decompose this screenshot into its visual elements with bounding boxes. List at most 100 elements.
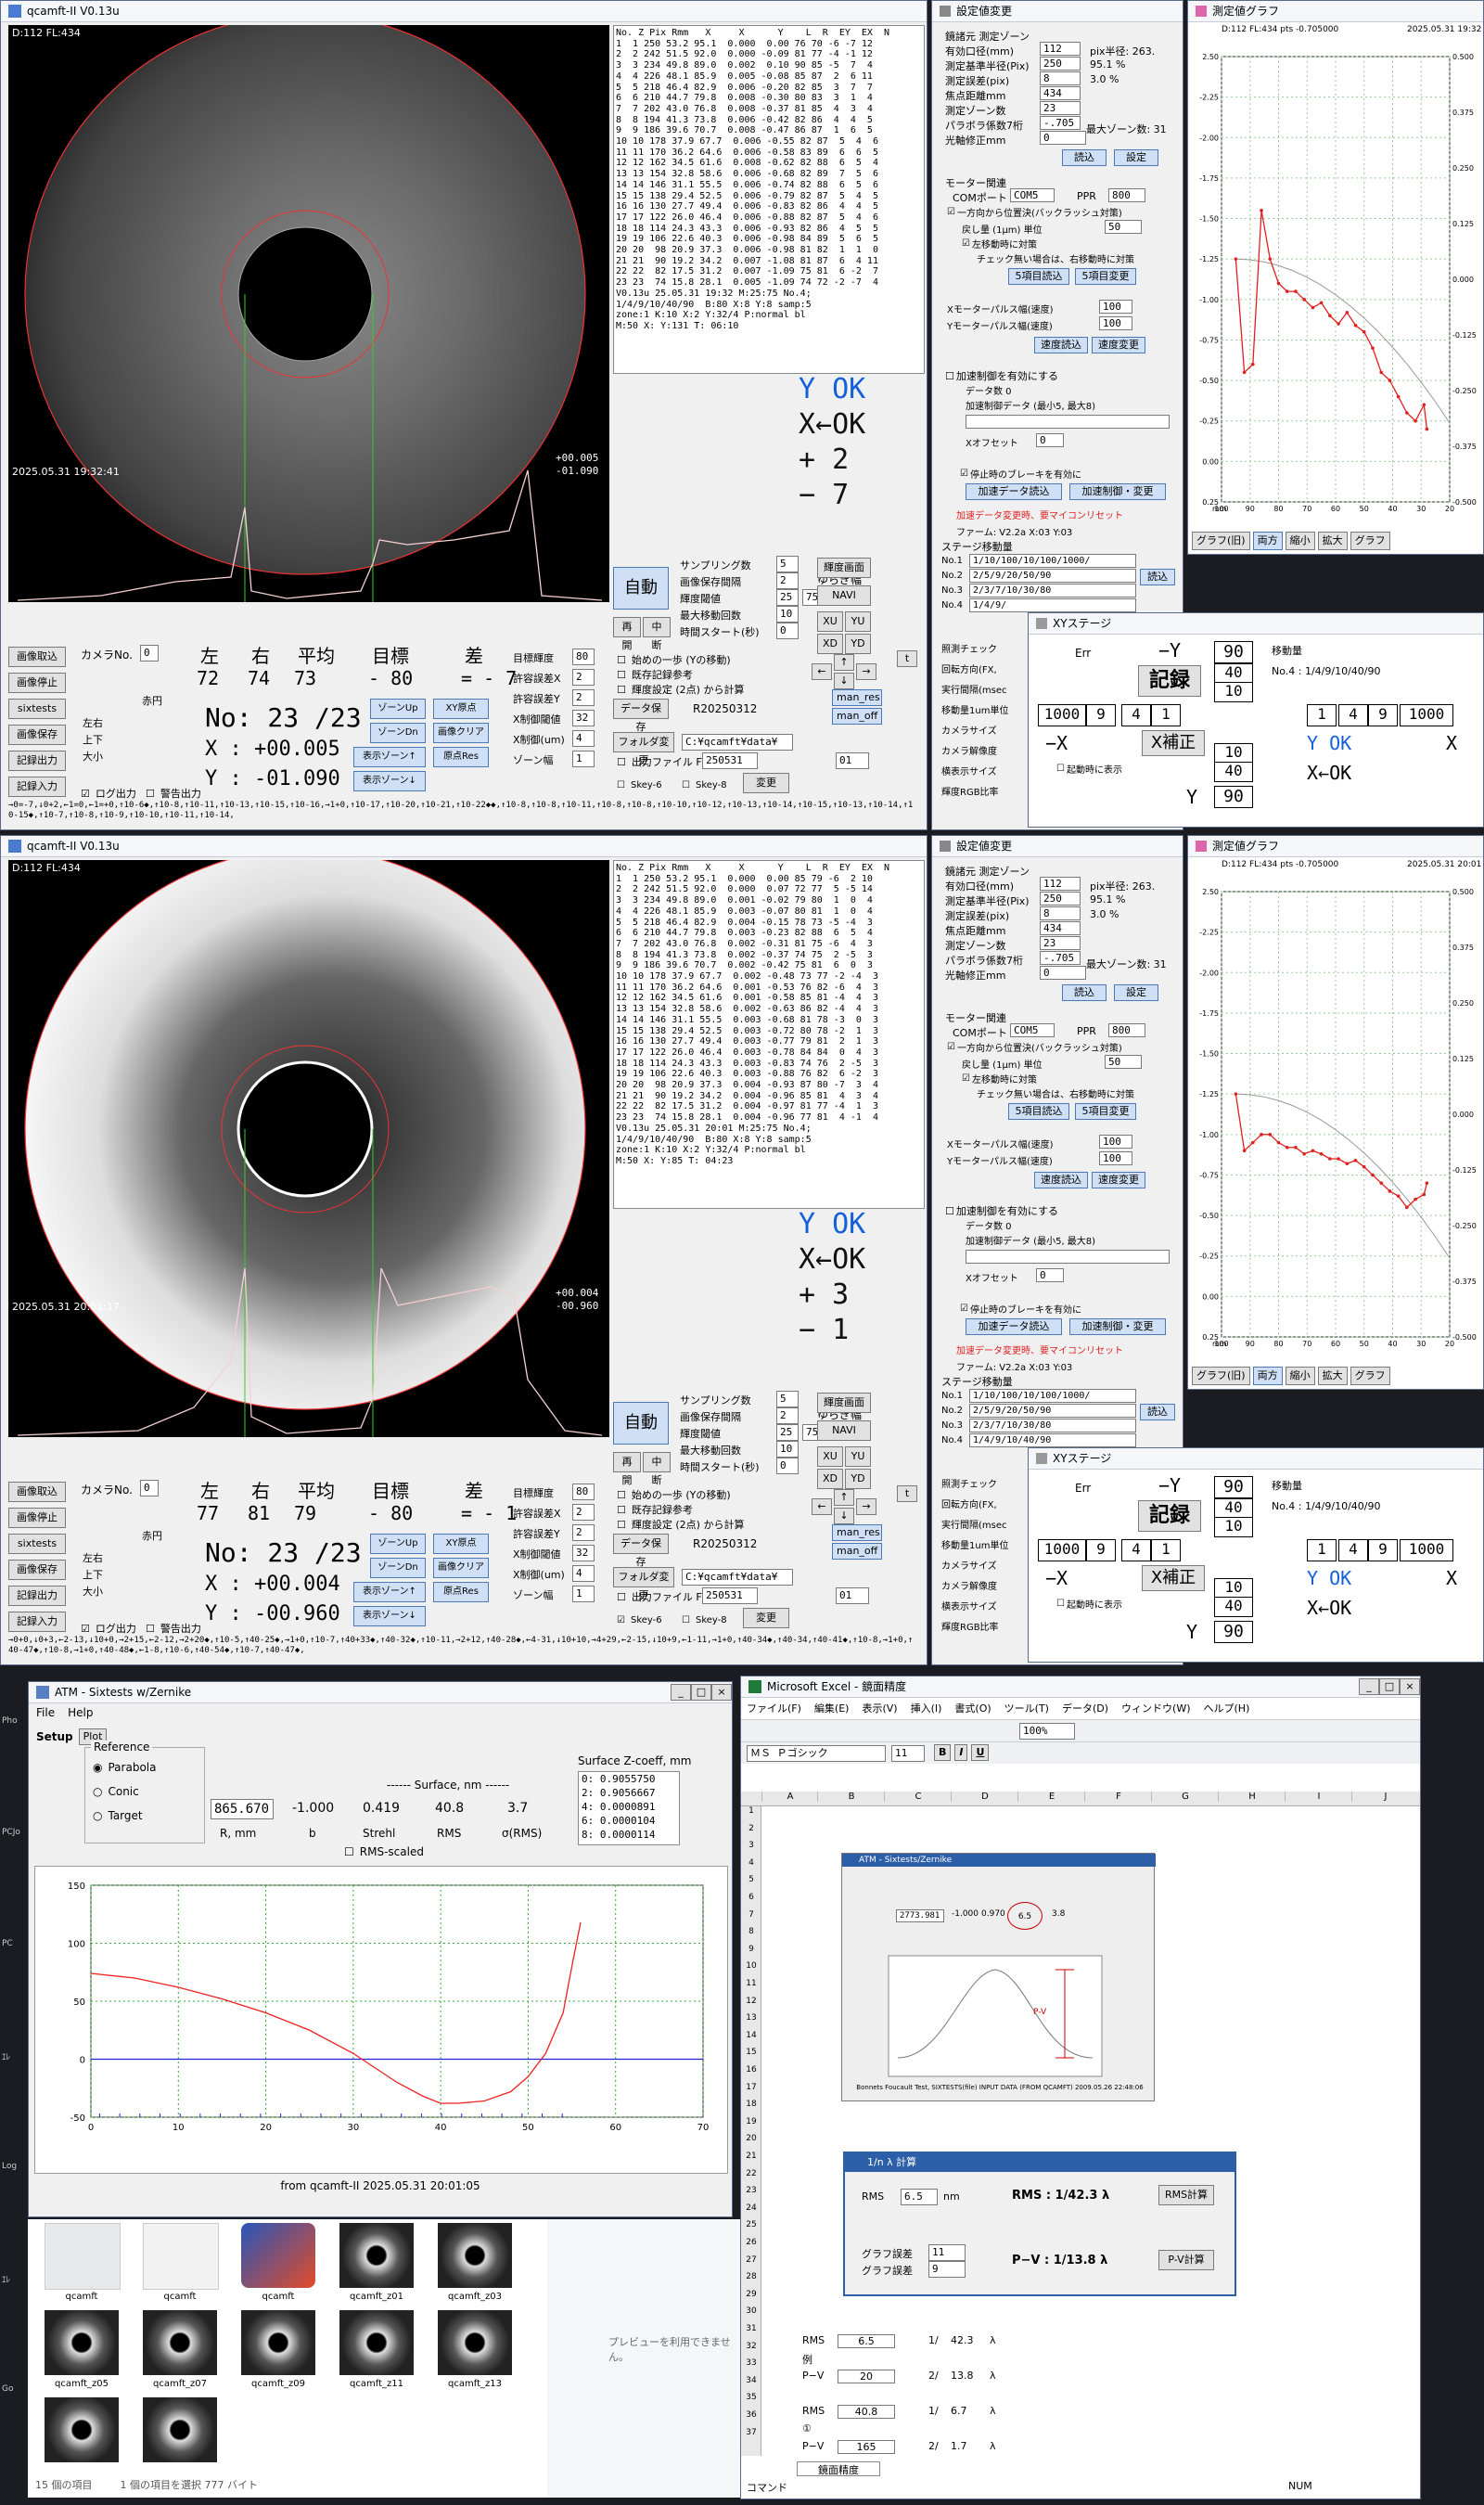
graph-tab[interactable]: グラフ(旧) — [1192, 532, 1250, 550]
graph-tab[interactable]: 縮小 — [1285, 532, 1315, 550]
param-field[interactable]: 4 — [572, 1565, 595, 1582]
top-step-cell[interactable]: 90 — [1214, 1476, 1253, 1498]
left-step-cell[interactable]: 1 — [1151, 704, 1181, 726]
x-correct-button[interactable]: X補正 — [1142, 1565, 1205, 1591]
row-header[interactable]: 30 — [741, 2306, 761, 2316]
row-header[interactable]: 3 — [741, 1841, 761, 1850]
excel-menu-item[interactable]: 書式(O) — [954, 1701, 991, 1715]
sample-field[interactable]: 25 — [776, 589, 799, 606]
err-input-1[interactable]: 11 — [928, 2244, 966, 2261]
zone-button[interactable]: ゾーンUp — [370, 1534, 426, 1554]
cell-c[interactable]: 165 — [838, 2440, 895, 2454]
settings-field[interactable]: 250 — [1040, 57, 1081, 71]
param-field[interactable]: 4 — [572, 730, 595, 747]
arrow-button[interactable]: t — [897, 1485, 917, 1502]
left-button[interactable]: 画像停止 — [8, 673, 66, 693]
sheet-tab[interactable]: 鏡面精度 — [797, 2461, 880, 2476]
measurement-table[interactable]: No. Z Pix Rmm X X Y L R EY EX N1 1 250 5… — [613, 25, 925, 374]
right-step-cell[interactable]: 4 — [1338, 1539, 1368, 1561]
column-header[interactable]: A — [761, 1792, 818, 1802]
excel-menu-item[interactable]: 編集(E) — [814, 1701, 850, 1715]
arrow-button[interactable]: ↑ — [834, 1489, 854, 1506]
left-button[interactable]: 記録入力 — [8, 1612, 66, 1632]
stage-field[interactable]: 1/10/100/10/100/1000/ — [969, 1389, 1136, 1403]
sample-field[interactable]: 10 — [776, 606, 799, 623]
row-header[interactable]: 13 — [741, 2013, 761, 2023]
settings-field[interactable]: 250 — [1040, 892, 1081, 906]
bottom-step-cell[interactable]: 90 — [1214, 1621, 1253, 1643]
log-check[interactable]: ☑ ログ出力 — [81, 1621, 136, 1636]
nav-button[interactable]: YU — [845, 1446, 871, 1467]
nav-button[interactable]: NAVI — [817, 585, 871, 606]
row-header[interactable]: 10 — [741, 1961, 761, 1971]
close-button[interactable]: × — [1400, 1678, 1420, 1695]
graph-tab[interactable]: グラフ — [1350, 1367, 1390, 1385]
folder-change-button[interactable]: フォルダ変更 — [613, 1567, 674, 1601]
startup-check[interactable]: ☐ 起動時に表示 — [1056, 762, 1122, 776]
row-header[interactable]: 28 — [741, 2272, 761, 2281]
file-item[interactable]: qcamft_z13 — [429, 2310, 521, 2396]
five-item-button[interactable]: 5項目読込 — [1008, 1103, 1069, 1120]
run-nav-button[interactable]: 中断 — [643, 617, 671, 651]
sample-field[interactable]: 5 — [776, 556, 799, 572]
zone-button[interactable]: 表示ゾーン↓ — [353, 1606, 426, 1626]
row-header[interactable]: 25 — [741, 2220, 761, 2229]
minimize-button[interactable]: _ — [671, 1684, 691, 1701]
accel-field[interactable] — [966, 415, 1170, 429]
output-change-button[interactable]: 変更 — [743, 1608, 789, 1628]
output-file-check[interactable]: ☐ 出力ファイル FT_ — [617, 754, 713, 769]
arrow-button[interactable]: ↑ — [834, 654, 854, 671]
accel-check[interactable]: ☐ 加速制御を有効にする — [945, 1203, 1058, 1218]
cell-c[interactable]: 20 — [838, 2370, 895, 2383]
file-item[interactable]: qcamft — [232, 2223, 325, 2308]
row-header[interactable]: 32 — [741, 2342, 761, 2351]
rms-calc-button[interactable]: RMS計算 — [1158, 2185, 1214, 2205]
pulse-field[interactable]: 100 — [1099, 1135, 1132, 1149]
right-step-cell[interactable]: 1000 — [1400, 1539, 1453, 1561]
right-step-cell[interactable]: 1 — [1307, 704, 1337, 726]
zoom-box[interactable]: 100% — [1019, 1723, 1075, 1740]
skey-check[interactable]: ☐ Skey-8 — [682, 1615, 727, 1625]
stage-field[interactable]: 2/5/9/20/50/90 — [969, 569, 1136, 583]
row-header[interactable]: 36 — [741, 2410, 761, 2420]
settings-button[interactable]: 読込 — [1062, 984, 1107, 1001]
zone-button[interactable]: ゾーンUp — [370, 699, 426, 719]
sample-field[interactable]: 2 — [776, 1407, 799, 1424]
settings-field[interactable]: 0 — [1040, 966, 1086, 980]
row-header[interactable]: 21 — [741, 2152, 761, 2161]
param-field[interactable]: 2 — [572, 1504, 595, 1521]
radio-target[interactable]: ○ Target — [93, 1809, 143, 1822]
updown-step-cell[interactable]: 40 — [1214, 1597, 1253, 1617]
accel-field[interactable] — [966, 1250, 1170, 1264]
left-button[interactable]: 画像取込 — [8, 647, 66, 667]
column-header[interactable]: E — [1017, 1792, 1085, 1802]
row-header[interactable]: 29 — [741, 2290, 761, 2299]
settings-field[interactable]: 112 — [1040, 877, 1081, 891]
sample-field[interactable]: 2 — [776, 572, 799, 589]
camera-no-field[interactable]: 0 — [140, 1480, 159, 1497]
row-header[interactable]: 6 — [741, 1893, 761, 1902]
log-check[interactable]: ☐ 警告出力 — [146, 1621, 201, 1636]
graph-tab[interactable]: グラフ — [1350, 532, 1390, 550]
rms-input[interactable]: 6.5 — [901, 2189, 938, 2205]
desktop-label[interactable]: PCJo — [2, 1828, 20, 1837]
minimize-button[interactable]: _ — [1359, 1678, 1379, 1695]
sample-field[interactable]: 10 — [776, 1441, 799, 1458]
row-header[interactable]: 37 — [741, 2428, 761, 2437]
speed-button[interactable]: 速度変更 — [1092, 1172, 1145, 1188]
backlash-field[interactable]: 50 — [1105, 1055, 1142, 1069]
run-nav-button[interactable]: 再開 — [613, 1452, 641, 1486]
settings-field[interactable]: -.705 — [1040, 116, 1081, 130]
folder-path-field[interactable]: C:¥qcamft¥data¥ — [682, 1569, 793, 1586]
five-item-button[interactable]: 5項目変更 — [1075, 1103, 1136, 1120]
column-header[interactable]: G — [1151, 1792, 1219, 1802]
updown-step-cell[interactable]: 10 — [1214, 682, 1253, 702]
x-correct-button[interactable]: X補正 — [1142, 730, 1205, 756]
excel-menu-item[interactable]: ウィンドウ(W) — [1121, 1701, 1190, 1715]
desktop-label[interactable]: ｴﾚ — [2, 2273, 10, 2285]
settings-button[interactable]: 設定 — [1114, 984, 1158, 1001]
row-header[interactable]: 12 — [741, 1997, 761, 2006]
settings-field[interactable]: 23 — [1040, 936, 1081, 950]
save-data-button[interactable]: データ保存 — [613, 699, 669, 733]
skey-check[interactable]: ☐ Skey-6 — [617, 780, 662, 790]
